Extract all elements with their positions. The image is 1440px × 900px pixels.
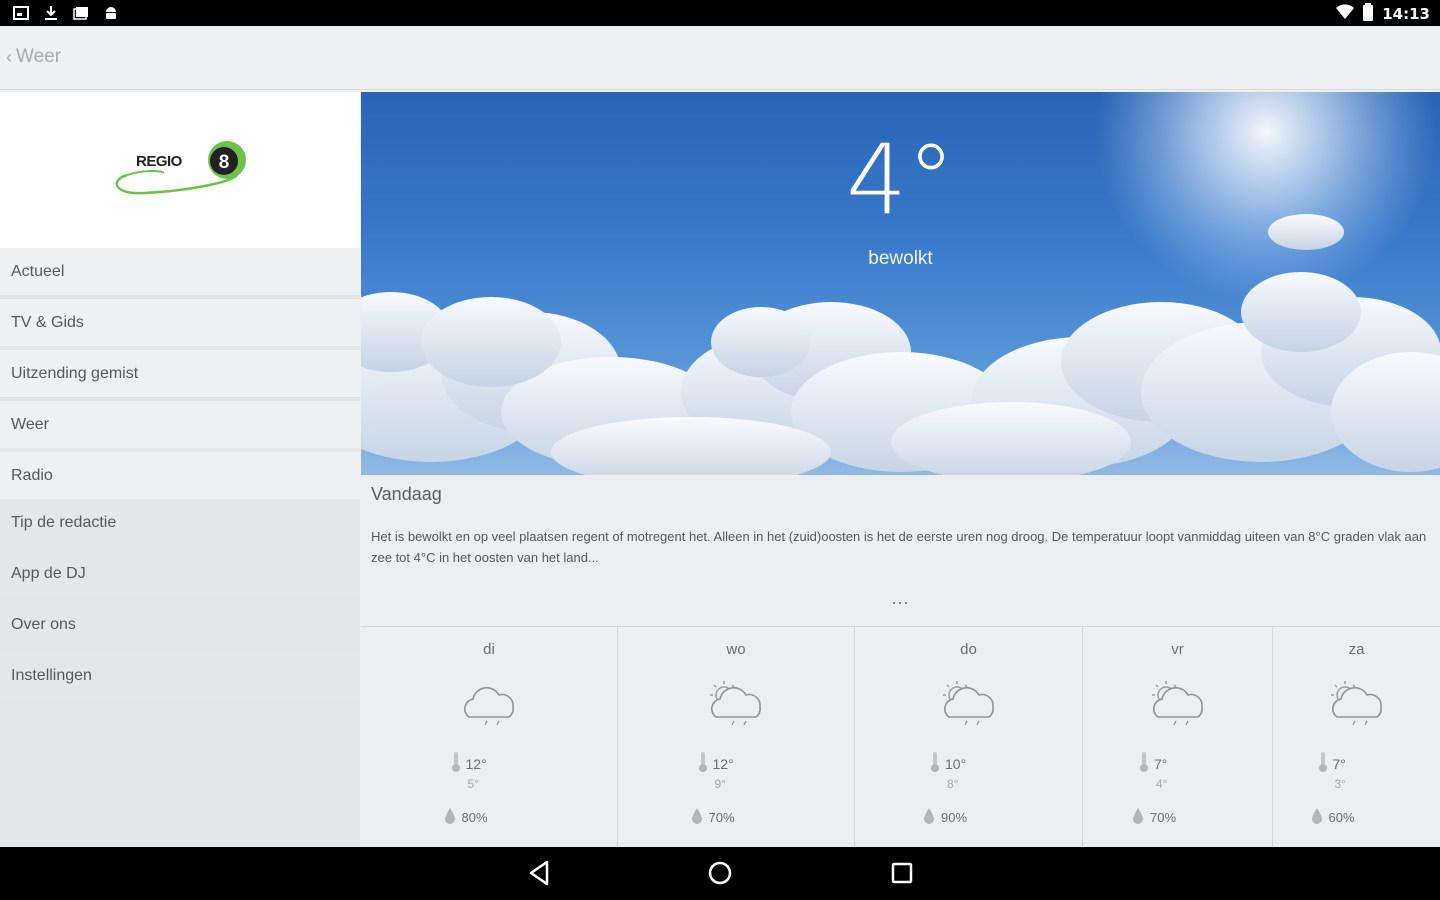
android-icon [102,4,120,22]
today-description: Het is bewolkt en op veel plaatsen regen… [371,529,1427,565]
forecast-rain-chance: 60% [1328,810,1355,825]
logo-area: 8 REGIO [0,92,360,248]
sidebar-item-uitzending-gemist[interactable]: Uitzending gemist [0,350,360,397]
forecast-high-row: 10° [929,751,966,776]
svg-text:REGIO: REGIO [136,153,183,170]
forecast-day-name: wo [726,641,746,658]
sun-cloud-rain-icon [1323,675,1391,736]
forecast-low-temp: 8° [947,777,959,791]
sidebar: 8 REGIO Actueel TV & Gids Uitzending gem… [0,92,360,847]
forecast-day-name: di [483,641,495,658]
forecast-high-temp: 12° [712,755,734,772]
forecast-day-name: do [960,641,977,658]
sidebar-item-actueel[interactable]: Actueel [0,248,360,295]
forecast-high-row: 12° [697,751,734,776]
forecast-day-name: za [1348,641,1365,658]
sidebar-item-instellingen[interactable]: Instellingen [0,652,360,699]
status-system-icons: 14:13 [1336,3,1430,25]
forecast-rain-row: 70% [691,807,735,828]
forecast-high-temp: 12° [465,755,487,772]
current-condition: bewolkt [868,248,933,269]
wifi-icon [1336,4,1355,24]
forecast-rain-chance: 90% [941,810,968,825]
today-title: Vandaag [371,484,442,504]
forecast-rain-row: 80% [444,807,488,828]
forecast-low-temp: 9° [714,777,726,791]
forecast-rain-chance: 80% [461,810,488,825]
photos-icon [72,4,90,22]
forecast-day-za: za 7° 3° 60% [1273,627,1440,848]
status-bar: 14:13 [0,0,1440,26]
cloud-rain-icon [455,675,523,736]
regio8-logo: 8 REGIO [115,141,246,195]
forecast-day-wo: wo 12° 9° 70% [618,627,855,848]
back-label: Weer [16,46,62,67]
forecast-day-di: di 12° 5° 80% [361,627,618,848]
app-bar: ‹ Weer [0,28,1440,90]
forecast-day-vr: vr 7° 4° 70% [1083,627,1273,848]
recents-icon[interactable] [890,860,914,891]
sidebar-item-radio[interactable]: Radio [0,452,360,499]
back-button[interactable]: ‹ Weer [6,46,61,68]
forecast-rain-row: 70% [1132,807,1176,828]
today-section: Vandaag Het is bewolkt en op veel plaats… [361,476,1440,626]
forecast-high-temp: 7° [1332,755,1346,772]
forecast-high-row: 12° [450,751,487,776]
forecast-high-temp: 7° [1154,755,1168,772]
forecast-high-temp: 10° [945,755,967,772]
sidebar-nav: Actueel TV & Gids Uitzending gemist Weer… [0,248,360,699]
forecast-day-name: vr [1171,641,1184,658]
status-time: 14:13 [1382,5,1430,23]
raindrop-icon [691,807,703,828]
forecast-strip: di 12° 5° 80% wo 12° 9° 70% do 10° 8° 90% vr 7° 4° 70% z… [361,626,1440,848]
status-notification-icons [12,4,120,22]
raindrop-icon [1311,807,1323,828]
weather-hero: 4° bewolkt [361,92,1440,475]
forecast-rain-row: 60% [1311,807,1355,828]
forecast-low-temp: 3° [1334,777,1346,791]
more-button[interactable]: ... [361,588,1440,609]
current-temperature: 4° [845,124,956,236]
raindrop-icon [923,807,935,828]
forecast-day-do: do 10° 8° 90% [855,627,1083,848]
thermometer-icon [929,751,941,776]
forecast-rain-chance: 70% [1150,810,1177,825]
sidebar-item-over-ons[interactable]: Over ons [0,601,360,648]
forecast-low-temp: 5° [467,777,479,791]
sidebar-item-weer[interactable]: Weer [0,401,360,448]
sun-cloud-rain-icon [1144,675,1212,736]
screenshot-icon [12,4,30,22]
thermometer-icon [697,751,709,776]
forecast-rain-row: 90% [923,807,967,828]
home-icon[interactable] [707,860,733,891]
thermometer-icon [1317,751,1329,776]
thermometer-icon [1138,751,1150,776]
raindrop-icon [444,807,456,828]
chevron-left-icon: ‹ [6,46,12,67]
system-nav-bar [0,847,1440,900]
sun-cloud-rain-icon [935,675,1003,736]
forecast-low-temp: 4° [1156,777,1168,791]
thermometer-icon [450,751,462,776]
svg-text:8: 8 [219,152,230,173]
forecast-rain-chance: 70% [708,810,735,825]
forecast-high-row: 7° [1317,751,1346,776]
raindrop-icon [1132,807,1144,828]
back-icon[interactable] [527,860,551,891]
sidebar-item-tip-de-redactie[interactable]: Tip de redactie [0,499,360,546]
download-icon [42,4,60,22]
sidebar-item-app-de-dj[interactable]: App de DJ [0,550,360,597]
forecast-high-row: 7° [1138,751,1167,776]
sun-cloud-rain-icon [702,675,770,736]
battery-icon [1362,3,1374,25]
sidebar-item-tv-gids[interactable]: TV & Gids [0,299,360,346]
